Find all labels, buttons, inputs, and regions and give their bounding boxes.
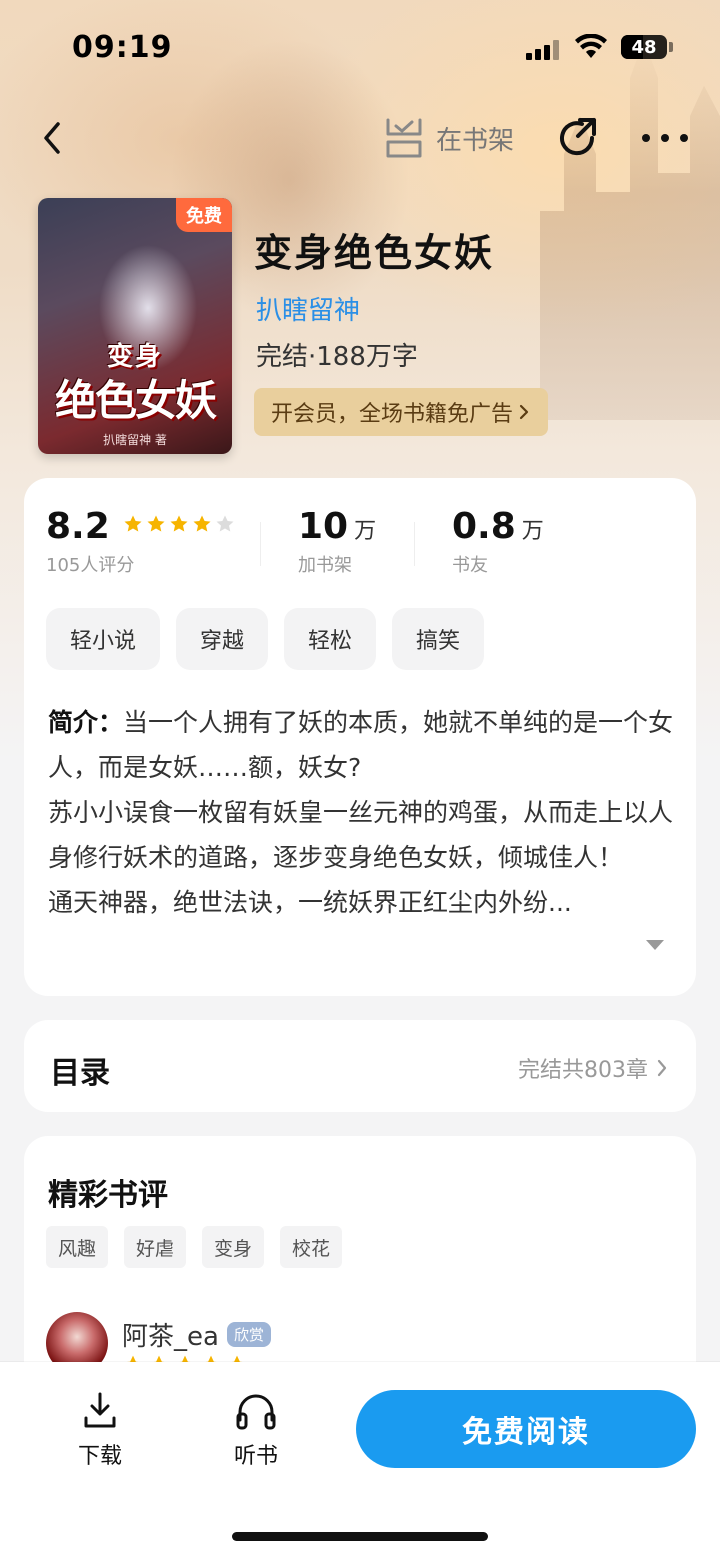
intro-line-3: 通天神器，绝世法诀，一统妖界正红尘内外纷... bbox=[48, 888, 572, 917]
download-button[interactable]: 下载 bbox=[60, 1390, 140, 1470]
listen-label: 听书 bbox=[233, 1444, 278, 1469]
star-empty-icon bbox=[216, 515, 234, 532]
star-filled-icon bbox=[170, 515, 188, 532]
friends-label: 书友 bbox=[452, 555, 488, 576]
vip-promo-button[interactable]: 开会员，全场书籍免广告 bbox=[254, 388, 548, 436]
back-icon[interactable] bbox=[36, 116, 72, 160]
chevron-right-icon bbox=[657, 1059, 667, 1077]
clock: 09:19 bbox=[72, 30, 173, 65]
intro-line-1: 当一个人拥有了妖的本质，她就不单纯的是一个女人，而是女妖……额，妖女? bbox=[48, 708, 674, 782]
on-shelf-button[interactable]: 在书架 bbox=[384, 114, 514, 162]
rating-stars bbox=[123, 514, 235, 534]
review-username[interactable]: 阿茶_ea bbox=[122, 1316, 219, 1353]
listen-button[interactable]: 听书 bbox=[216, 1390, 296, 1470]
cellular-signal-icon bbox=[526, 40, 560, 60]
cover-title-art: 变身 绝色女妖 bbox=[54, 342, 217, 425]
more-options-icon[interactable] bbox=[642, 126, 688, 150]
book-intro[interactable]: 简介：当一个人拥有了妖的本质，她就不单纯的是一个女人，而是女妖……额，妖女? 苏… bbox=[48, 700, 678, 925]
review-tag[interactable]: 风趣 bbox=[46, 1226, 109, 1268]
book-title: 变身绝色女妖 bbox=[254, 231, 495, 275]
on-shelf-label: 在书架 bbox=[436, 125, 515, 156]
review-user: 阿茶_ea 欣赏 bbox=[122, 1316, 271, 1353]
rating-count: 105人评分 bbox=[46, 555, 135, 576]
battery-icon: 48 bbox=[621, 35, 667, 59]
genre-tags: 轻小说 穿越 轻松 搞笑 bbox=[46, 608, 485, 670]
tag-item[interactable]: 搞笑 bbox=[392, 608, 485, 670]
review-tag[interactable]: 变身 bbox=[202, 1226, 265, 1268]
tag-item[interactable]: 轻小说 bbox=[46, 608, 161, 670]
book-author-link[interactable]: 扒瞎留神 bbox=[256, 290, 360, 327]
book-cover[interactable]: 变身 绝色女妖 扒瞎留神 著 免费 bbox=[38, 198, 232, 454]
rating-score: 8.2 bbox=[46, 506, 110, 547]
castle-artwork bbox=[540, 40, 720, 420]
review-badge: 欣赏 bbox=[226, 1322, 271, 1347]
bottom-action-bar: 下载 听书 免费阅读 bbox=[0, 1362, 720, 1558]
wifi-icon bbox=[575, 34, 607, 58]
star-filled-icon bbox=[147, 515, 165, 532]
friends-count: 0.8 bbox=[452, 506, 516, 547]
shelf-stat: 10 万 加书架 bbox=[298, 506, 377, 576]
review-tag[interactable]: 校花 bbox=[280, 1226, 343, 1268]
intro-line-2: 苏小小误食一枚留有妖皇一丝元神的鸡蛋，从而走上以人身修行妖术的道路，逐步变身绝色… bbox=[48, 798, 674, 872]
cover-author-art: 扒瞎留神 著 bbox=[103, 433, 167, 447]
download-icon bbox=[84, 1392, 116, 1428]
toc-count: 完结共803章 bbox=[518, 1052, 668, 1084]
star-filled-icon bbox=[193, 515, 211, 532]
status-bar: 09:19 48 bbox=[0, 0, 720, 96]
expand-arrow-icon[interactable] bbox=[644, 938, 666, 952]
reviews-title: 精彩书评 bbox=[48, 1178, 168, 1213]
rating-stat[interactable]: 8.2 105人评分 bbox=[46, 506, 235, 577]
free-badge: 免费 bbox=[176, 198, 232, 232]
bookshelf-icon bbox=[386, 118, 422, 158]
table-of-contents-row[interactable]: 目录 完结共803章 bbox=[24, 1020, 696, 1112]
reviews-card: 精彩书评 风趣 好虐 变身 校花 阿茶_ea 欣赏 bbox=[24, 1136, 696, 1396]
free-read-button[interactable]: 免费阅读 bbox=[356, 1390, 696, 1468]
toc-title: 目录 bbox=[50, 1056, 110, 1091]
vip-promo-label: 开会员，全场书籍免广告 bbox=[270, 402, 513, 427]
shelf-count: 10 bbox=[298, 506, 349, 547]
tag-item[interactable]: 穿越 bbox=[176, 608, 269, 670]
review-tag[interactable]: 好虐 bbox=[124, 1226, 187, 1268]
shelf-label: 加书架 bbox=[298, 555, 352, 576]
review-tags: 风趣 好虐 变身 校花 bbox=[46, 1226, 343, 1268]
intro-label: 简介： bbox=[48, 708, 124, 737]
download-label: 下载 bbox=[77, 1444, 122, 1469]
star-filled-icon bbox=[124, 515, 142, 532]
share-icon[interactable] bbox=[556, 116, 602, 162]
book-info-card: 8.2 105人评分 10 万 加书架 0.8 万 书友 轻小说 穿越 轻松 搞笑 … bbox=[24, 478, 696, 996]
headphones-icon bbox=[236, 1394, 276, 1430]
chevron-right-icon bbox=[519, 404, 529, 420]
friends-stat[interactable]: 0.8 万 书友 bbox=[452, 506, 544, 577]
battery-level: 48 bbox=[631, 36, 657, 58]
book-meta: 完结·188万字 bbox=[256, 342, 418, 372]
home-indicator[interactable] bbox=[232, 1532, 488, 1541]
tag-item[interactable]: 轻松 bbox=[284, 608, 377, 670]
